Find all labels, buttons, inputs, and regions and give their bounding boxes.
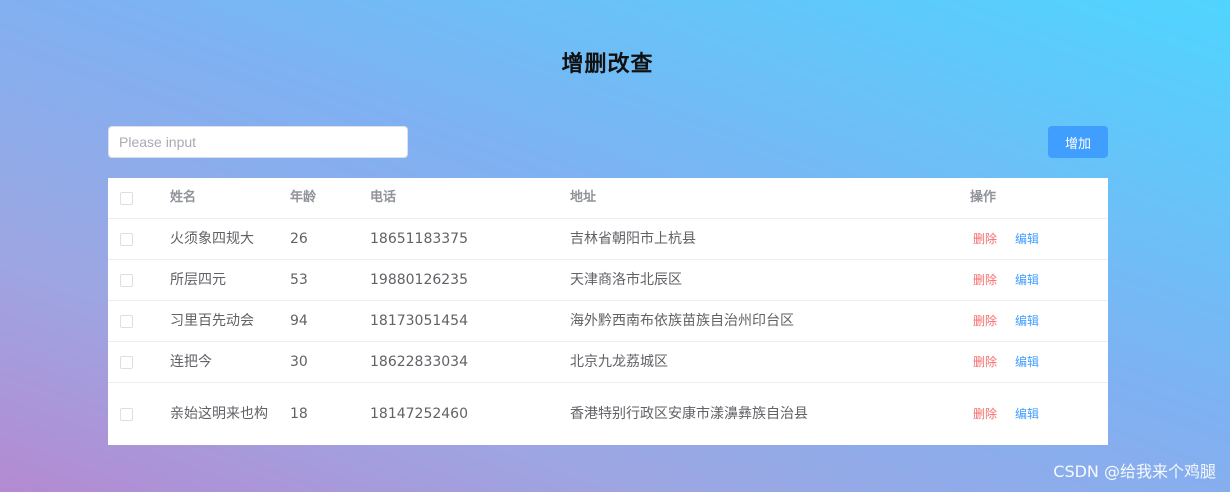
cell-address: 海外黔西南布依族苗族自治州印台区 [570, 313, 794, 329]
cell-age: 18 [290, 406, 308, 422]
header-phone: 电话 [370, 190, 397, 205]
header-address: 地址 [570, 190, 597, 205]
page-title: 增删改查 [561, 52, 654, 77]
edit-button[interactable]: 编辑 [1015, 228, 1039, 250]
cell-address: 香港特别行政区安康市漾濞彝族自治县 [570, 406, 808, 422]
row-checkbox[interactable] [120, 273, 133, 287]
cell-ops: 删除 编辑 [970, 301, 1100, 341]
select-all-checkbox[interactable] [120, 191, 133, 205]
table-row: 习里百先动会 94 18173051454 海外黔西南布依族苗族自治州印台区 删… [108, 301, 1108, 342]
table-row: 所层四元 53 19880126235 天津商洛市北辰区 删除 编辑 [108, 260, 1108, 301]
cell-phone: 18651183375 [370, 231, 468, 247]
row-checkbox[interactable] [120, 232, 133, 246]
delete-button[interactable]: 删除 [973, 403, 997, 425]
cell-ops: 删除 编辑 [970, 219, 1100, 259]
cell-age: 30 [290, 354, 308, 370]
add-button[interactable]: 增加 [1048, 126, 1108, 158]
header-age: 年龄 [290, 190, 317, 205]
table-row: 亲始这明来也构 18 18147252460 香港特别行政区安康市漾濞彝族自治县… [108, 383, 1108, 445]
table-row: 连把今 30 18622833034 北京九龙荔城区 删除 编辑 [108, 342, 1108, 383]
edit-button[interactable]: 编辑 [1015, 310, 1039, 332]
cell-ops: 删除 编辑 [970, 342, 1100, 382]
search-input[interactable] [108, 126, 408, 158]
delete-button[interactable]: 删除 [973, 269, 997, 291]
cell-address: 吉林省朝阳市上杭县 [570, 231, 696, 247]
cell-address: 天津商洛市北辰区 [570, 272, 682, 288]
cell-phone: 18173051454 [370, 313, 468, 329]
row-checkbox[interactable] [120, 314, 133, 328]
cell-age: 26 [290, 231, 308, 247]
edit-button[interactable]: 编辑 [1015, 351, 1039, 373]
header-ops: 操作 [970, 190, 997, 205]
cell-phone: 18147252460 [370, 406, 468, 422]
cell-age: 53 [290, 272, 308, 288]
table-header-row: 姓名 年龄 电话 地址 操作 [108, 178, 1108, 219]
data-table: 姓名 年龄 电话 地址 操作 火须象四规大 26 18651183375 吉林省… [108, 178, 1108, 445]
delete-button[interactable]: 删除 [973, 310, 997, 332]
cell-ops: 删除 编辑 [970, 383, 1100, 445]
cell-ops: 删除 编辑 [970, 260, 1100, 300]
row-checkbox[interactable] [120, 407, 133, 421]
cell-address: 北京九龙荔城区 [570, 354, 668, 370]
cell-phone: 19880126235 [370, 272, 468, 288]
cell-name: 火须象四规大 [170, 231, 254, 247]
watermark: CSDN @给我来个鸡腿 [1053, 462, 1216, 481]
cell-name: 习里百先动会 [170, 313, 254, 329]
cell-name: 所层四元 [170, 272, 226, 288]
delete-button[interactable]: 删除 [973, 351, 997, 373]
edit-button[interactable]: 编辑 [1015, 403, 1039, 425]
cell-age: 94 [290, 313, 308, 329]
cell-phone: 18622833034 [370, 354, 468, 370]
header-name: 姓名 [170, 190, 197, 205]
table-row: 火须象四规大 26 18651183375 吉林省朝阳市上杭县 删除 编辑 [108, 219, 1108, 260]
edit-button[interactable]: 编辑 [1015, 269, 1039, 291]
row-checkbox[interactable] [120, 355, 133, 369]
cell-name: 连把今 [170, 354, 212, 370]
cell-name: 亲始这明来也构 [170, 406, 268, 422]
delete-button[interactable]: 删除 [973, 228, 997, 250]
